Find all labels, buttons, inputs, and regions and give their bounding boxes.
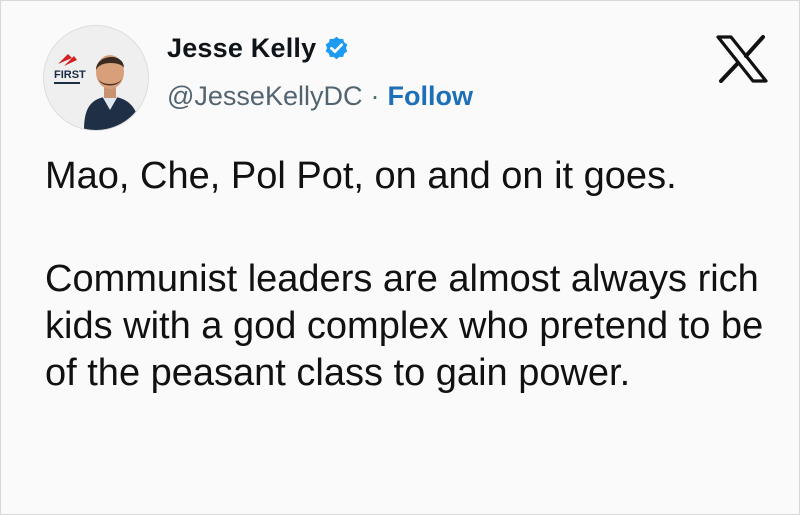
verified-badge-icon	[326, 36, 348, 60]
follow-button[interactable]: Follow	[387, 81, 472, 112]
author-name[interactable]: Jesse Kelly	[167, 33, 350, 64]
handle-line: @JesseKellyDC · Follow	[167, 81, 473, 112]
avatar-logo-text: FIRST	[54, 69, 86, 81]
tweet-card: FIRST Jesse Kelly @JesseKellyDC · Follow…	[0, 0, 800, 515]
tweet-paragraph-1: Mao, Che, Pol Pot, on and on it goes.	[45, 155, 677, 197]
author-handle[interactable]: @JesseKellyDC	[167, 81, 362, 112]
avatar-image: FIRST	[44, 26, 148, 130]
tweet-body: Mao, Che, Pol Pot, on and on it goes. Co…	[45, 153, 785, 397]
x-logo-icon[interactable]	[715, 35, 769, 83]
avatar[interactable]: FIRST	[43, 25, 149, 131]
author-name-text[interactable]: Jesse Kelly	[167, 33, 316, 64]
tweet-paragraph-2: Communist leaders are almost always rich…	[45, 258, 764, 394]
separator-dot: ·	[370, 81, 380, 111]
